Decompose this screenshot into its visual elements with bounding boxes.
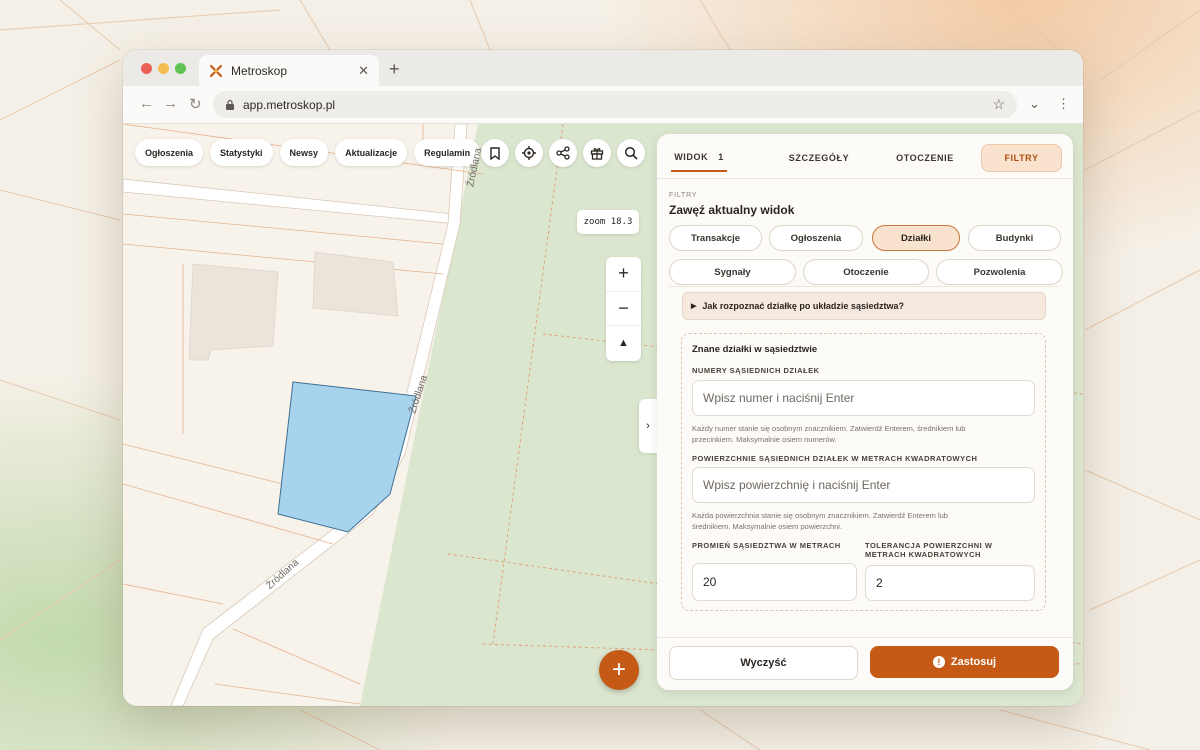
known-parcels-title: Znane działki w sąsiedztwie	[692, 344, 818, 355]
url-field[interactable]: app.metroskop.pl ☆	[213, 91, 1017, 118]
apply-button[interactable]: ! Zastosuj	[870, 646, 1059, 678]
chip-pozwolenia[interactable]: Pozwolenia	[936, 259, 1063, 285]
search-icon[interactable]	[617, 139, 645, 167]
nav-statystyki[interactable]: Statystyki	[210, 139, 273, 166]
browser-menu-icon[interactable]: ⋮	[1057, 96, 1070, 112]
panel-footer: Wyczyść ! Zastosuj	[657, 637, 1073, 690]
minimize-window-dot[interactable]	[158, 63, 169, 74]
browser-tab[interactable]: Metroskop ✕	[199, 55, 379, 86]
nav-ogloszenia[interactable]: Ogłoszenia	[135, 139, 204, 166]
numbers-hint-line-1: Każdy numer stanie się osobnym znaczniki…	[692, 424, 966, 433]
browser-window: Metroskop ✕ + ← → ↻ app.metroskop.pl ☆ ⌄…	[123, 50, 1083, 706]
chip-transakcje[interactable]: Transakcje	[669, 225, 762, 251]
chip-dzialki[interactable]: Działki	[872, 225, 960, 251]
areas-hint-line-2: średnikiem. Maksymalnie osiem powierzchn…	[692, 522, 843, 531]
tab-title: Metroskop	[231, 63, 288, 78]
tolerance-label-line-1: TOLERANCJA POWIERZCHNI W	[865, 541, 993, 550]
zoom-controls: + − ▲	[606, 257, 641, 361]
tab-widok-label: WIDOK	[674, 152, 709, 162]
areas-hint: Każda powierzchnia stanie się osobnym zn…	[692, 510, 1037, 532]
warning-icon: !	[932, 656, 945, 668]
bookmark-icon[interactable]	[481, 139, 509, 167]
locate-icon[interactable]	[515, 139, 543, 167]
radius-input[interactable]	[692, 563, 857, 601]
help-accordion[interactable]: ▶ Jak rozpoznać działkę po układzie sąsi…	[682, 292, 1046, 320]
reload-icon[interactable]: ↻	[189, 95, 202, 113]
chip-budynki[interactable]: Budynki	[968, 225, 1061, 251]
share-icon[interactable]	[549, 139, 577, 167]
apply-button-label: Zastosuj	[950, 656, 997, 668]
chip-ogloszenia[interactable]: Ogłoszenia	[769, 225, 863, 251]
tab-szczegoly[interactable]: SZCZEGÓŁY	[777, 144, 861, 172]
new-tab-icon[interactable]: +	[389, 59, 400, 80]
areas-hint-line-1: Każda powierzchnia stanie się osobnym zn…	[692, 511, 948, 520]
expand-triangle-icon: ▶	[691, 303, 697, 310]
clear-button[interactable]: Wyczyść	[669, 646, 858, 680]
maximize-window-dot[interactable]	[175, 63, 186, 74]
lock-icon	[226, 99, 234, 110]
tab-filtry[interactable]: FILTRY	[981, 144, 1062, 172]
section-label: FILTRY	[669, 192, 698, 199]
nav-newsy[interactable]: Newsy	[279, 139, 329, 166]
url-text: app.metroskop.pl	[243, 97, 336, 112]
close-window-dot[interactable]	[141, 63, 152, 74]
zoom-in-button[interactable]: +	[606, 257, 641, 292]
tab-widok-count: 1	[718, 152, 724, 162]
numbers-hint-line-2: przecinkiem. Maksymalnie osiem numerów.	[692, 435, 837, 444]
numbers-hint: Każdy numer stanie się osobnym znaczniki…	[692, 423, 1037, 445]
filter-content: ▶ Jak rozpoznać działkę po układzie sąsi…	[669, 286, 1059, 626]
parcel-areas-input[interactable]	[692, 467, 1035, 503]
radius-label: PROMIEŃ SĄSIEDZTWA W METRACH	[692, 541, 841, 550]
panel-tabs: WIDOK 1 SZCZEGÓŁY OTOCZENIE FILTRY	[669, 134, 1065, 184]
bookmark-star-icon[interactable]: ☆	[992, 96, 1005, 113]
tolerance-label-line-2: METRACH KWADRATOWYCH	[865, 550, 981, 559]
numbers-label: NUMERY SĄSIEDNICH DZIAŁEK	[692, 366, 820, 375]
tab-divider	[657, 178, 1073, 179]
chip-sygnaly[interactable]: Sygnały	[669, 259, 796, 285]
tolerance-input[interactable]	[865, 565, 1035, 601]
add-fab-button[interactable]: +	[599, 650, 639, 690]
compass-button[interactable]: ▲	[606, 326, 641, 361]
tab-widok[interactable]: WIDOK 1	[671, 144, 727, 172]
known-parcels-box: Znane działki w sąsiedztwie NUMERY SĄSIE…	[681, 333, 1046, 611]
metroskop-logo-icon	[209, 64, 223, 77]
accordion-label: Jak rozpoznać działkę po układzie sąsied…	[702, 301, 904, 311]
parcel-numbers-input[interactable]	[692, 380, 1035, 416]
address-bar: ← → ↻ app.metroskop.pl ☆ ⌄ ⋮	[123, 86, 1083, 124]
tab-otoczenie[interactable]: OTOCZENIE	[883, 144, 967, 172]
panel-collapse-chevron-icon[interactable]: ›	[639, 399, 657, 453]
map-canvas[interactable]: Ogłoszenia Statystyki Newsy Aktualizacje…	[123, 124, 1083, 706]
zoom-out-button[interactable]: −	[606, 292, 641, 327]
nav-aktualizacje[interactable]: Aktualizacje	[335, 139, 408, 166]
tab-close-icon[interactable]: ✕	[358, 63, 369, 79]
tolerance-label: TOLERANCJA POWIERZCHNI W METRACH KWADRAT…	[865, 541, 992, 559]
forward-icon[interactable]: →	[163, 95, 178, 112]
browser-titlebar: Metroskop ✕ +	[123, 50, 1083, 86]
chip-otoczenie[interactable]: Otoczenie	[803, 259, 929, 285]
filters-panel: WIDOK 1 SZCZEGÓŁY OTOCZENIE FILTRY FILTR…	[657, 134, 1073, 690]
tab-dropdown-chevron-icon[interactable]: ⌄	[1029, 96, 1040, 112]
back-icon[interactable]: ←	[139, 95, 154, 112]
areas-label: POWIERZCHNIE SĄSIEDNICH DZIAŁEK W METRAC…	[692, 454, 978, 463]
section-title: Zawęź aktualny widok	[669, 203, 795, 217]
zoom-level-label: zoom 18.3	[577, 210, 639, 234]
gift-icon[interactable]	[583, 139, 611, 167]
map-top-nav: Ogłoszenia Statystyki Newsy Aktualizacje…	[135, 139, 481, 166]
